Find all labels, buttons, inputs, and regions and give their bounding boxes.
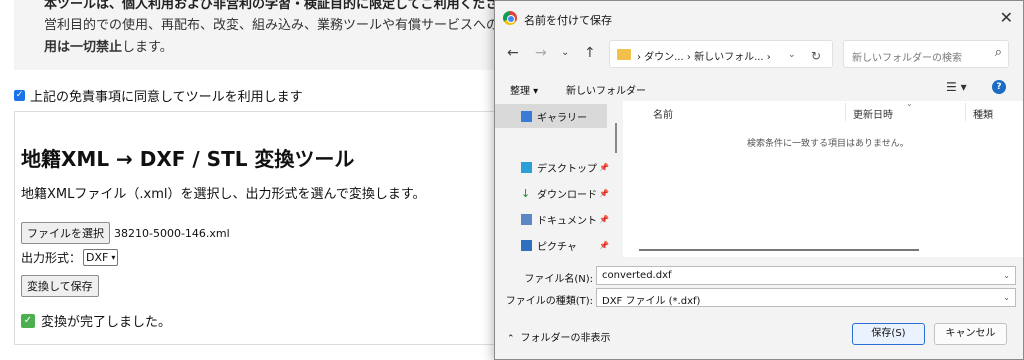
format-row: 出力形式： DXF ▾ [21,249,119,266]
column-divider[interactable] [845,103,846,121]
file-list: 名前 更新日時 ⌄ 種類 検索条件に一致する項目はありません。 [623,99,1023,257]
view-options-icon[interactable]: ☰ ▾ [946,80,967,94]
selected-file-name: 38210-5000-146.xml [114,226,230,240]
address-bar[interactable]: › ダウン... › 新しいフォル... › ⌄ ↻ [609,40,833,68]
disclaimer-notice: 本ツールは、個人利用および非営利の学習・検証目的に限定してご利用ください。 営利… [14,0,496,70]
dialog-nav-bar: ← → ⌄ ↑ › ダウン... › 新しいフォル... › ⌄ ↻ 新しいフォ… [495,37,1023,71]
nav-scrollbar[interactable] [615,123,617,153]
filename-label: ファイル名(N): [524,274,593,285]
filename-value: converted.dxf [602,270,672,281]
dialog-title: 名前を付けて保存 [524,14,612,27]
chrome-icon [503,11,517,25]
filename-row: ファイル名(N): converted.dxf ⌄ [495,266,1023,286]
refresh-icon[interactable]: ↻ [811,49,821,63]
search-placeholder: 新しいフォルダーの検索 [852,53,962,64]
forward-arrow-icon[interactable]: → [535,45,547,61]
hide-folders-label: フォルダーの非表示 [520,333,611,344]
pin-icon[interactable]: 📌 [599,241,609,250]
check-icon: ✓ [21,313,35,328]
save-button[interactable]: 保存(S) [852,323,925,345]
close-icon[interactable]: ✕ [1000,8,1013,27]
chevron-down-icon: ▾ [111,253,116,262]
help-icon[interactable]: ? [992,80,1006,94]
recent-chevron-icon[interactable]: ⌄ [561,47,569,58]
filetype-value: DXF ファイル (*.dxf) [602,296,701,307]
cancel-button[interactable]: キャンセル [934,323,1007,345]
nav-item-label: ダウンロード [537,189,597,201]
filetype-row: ファイルの種類(T): DXF ファイル (*.dxf) ⌄ [495,288,1023,308]
dialog-toolbar: 整理 ▾ 新しいフォルダー ☰ ▾ ? [495,77,1023,99]
status-text: 変換が完了しました。 [41,315,172,330]
page-title: 地籍XML → DXF / STL 変換ツール [21,147,355,171]
navigation-pane: ギャラリー デスクトップ 📌 ↓ ダウンロード 📌 ドキュメント 📌 ピクチャ … [495,101,622,257]
sort-chevron-icon: ⌄ [906,99,913,108]
notice-bold-text: 用は一切禁止 [44,40,123,55]
empty-list-message: 検索条件に一致する項目はありません。 [747,139,909,149]
new-folder-button[interactable]: 新しいフォルダー [566,82,646,97]
chevron-down-icon[interactable]: ⌄ [1003,293,1010,302]
notice-line-3: 用は一切禁止します。 [44,36,173,55]
desktop-icon [521,161,532,173]
format-label: 出力形式： [21,251,82,265]
column-header-modified[interactable]: 更新日時 [853,106,893,121]
horizontal-scrollbar[interactable] [639,249,919,251]
column-divider[interactable] [965,103,966,121]
nav-item-label: ドキュメント [537,215,597,227]
pin-icon[interactable]: 📌 [599,163,609,172]
download-icon: ↓ [521,186,531,200]
gallery-icon [521,110,532,122]
nav-item-label: ギャラリー [537,112,587,124]
nav-item-desktop[interactable]: デスクトップ 📌 [495,155,609,179]
pin-icon[interactable]: 📌 [599,189,609,198]
converter-panel: 地籍XML → DXF / STL 変換ツール 地籍XMLファイル（.xml）を… [14,111,524,345]
column-header-name[interactable]: 名前 [653,106,673,121]
agree-checkbox-row[interactable]: ✓ 上記の免責事項に同意してツールを利用します [14,86,303,105]
documents-icon [521,213,532,225]
file-picker-row: ファイルを選択 38210-5000-146.xml [21,222,230,244]
nav-item-label: デスクトップ [537,163,597,175]
choose-file-button[interactable]: ファイルを選択 [21,222,110,244]
dialog-title-bar: 名前を付けて保存 ✕ [495,1,1023,35]
nav-item-gallery[interactable]: ギャラリー [495,104,607,128]
up-arrow-icon[interactable]: ↑ [584,45,596,61]
filetype-select[interactable]: DXF ファイル (*.dxf) ⌄ [596,288,1016,307]
folder-search-input[interactable]: 新しいフォルダーの検索 ⌕ [843,40,1009,68]
folder-icon [617,49,631,60]
chevron-up-icon: ⌃ [507,334,515,344]
pin-icon[interactable]: 📌 [599,215,609,224]
pictures-icon [521,239,532,251]
address-dropdown-icon[interactable]: ⌄ [788,50,796,60]
save-as-dialog: 名前を付けて保存 ✕ ← → ⌄ ↑ › ダウン... › 新しいフォル... … [494,0,1024,360]
format-select[interactable]: DXF ▾ [83,249,119,266]
nav-item-documents[interactable]: ドキュメント 📌 [495,207,609,231]
back-arrow-icon[interactable]: ← [507,45,519,61]
nav-item-label: ピクチャ [537,241,577,253]
column-header-type[interactable]: 種類 [973,106,993,121]
filename-input[interactable]: converted.dxf ⌄ [596,266,1016,285]
notice-line-1: 本ツールは、個人利用および非営利の学習・検証目的に限定してご利用ください。 [44,0,496,12]
agree-label: 上記の免責事項に同意してツールを利用します [30,90,303,105]
convert-save-button[interactable]: 変換して保存 [21,275,99,297]
hide-folders-toggle[interactable]: ⌃ フォルダーの非表示 [507,329,611,344]
notice-rest-text: します。 [122,40,173,55]
organize-menu[interactable]: 整理 ▾ [510,82,538,97]
address-path: › ダウン... › 新しいフォル... › [637,52,771,63]
status-row: ✓ 変換が完了しました。 [21,311,171,330]
nav-item-downloads[interactable]: ↓ ダウンロード 📌 [495,181,609,205]
search-icon: ⌕ [994,45,1002,60]
format-select-value: DXF [86,251,109,264]
filetype-label: ファイルの種類(T): [505,296,593,307]
chevron-down-icon[interactable]: ⌄ [1003,271,1010,280]
notice-line-2: 営利目的での使用、再配布、改変、組み込み、業務ツールや有償サービスへの利用 [44,18,496,33]
tool-description: 地籍XMLファイル（.xml）を選択し、出力形式を選んで変換します。 [21,187,426,202]
nav-item-pictures[interactable]: ピクチャ 📌 [495,233,609,257]
agree-checkbox[interactable]: ✓ [14,90,25,101]
